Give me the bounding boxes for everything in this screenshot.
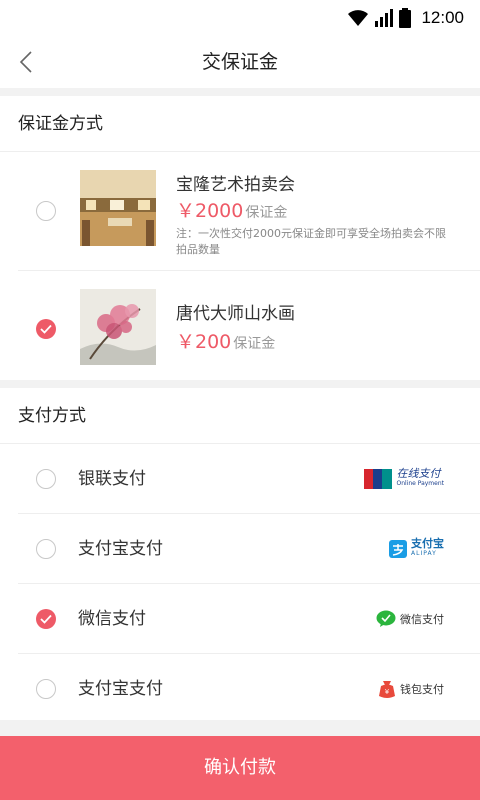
radio-unchecked[interactable] <box>36 679 56 699</box>
nav-bar: 交保证金 <box>0 36 480 88</box>
pay-method-alipay[interactable]: 支付宝支付 支付宝 ALIPAY <box>18 514 480 584</box>
check-icon <box>40 324 52 334</box>
price-unit: 保证金 <box>233 336 276 352</box>
wifi-icon <box>348 10 369 26</box>
pay-method-wallet[interactable]: 支付宝支付 ¥ 钱包支付 <box>18 654 480 724</box>
unionpay-logo: 在线支付 Online Payment <box>364 468 444 490</box>
wechat-pay-logo: 微信支付 <box>376 608 444 630</box>
battery-icon <box>399 8 412 28</box>
deposit-item-name: 宝隆艺术拍卖会 <box>176 175 295 195</box>
price-unit: 保证金 <box>245 205 288 221</box>
unionpay-logo-text: 在线支付 <box>396 467 441 480</box>
confirm-payment-button[interactable]: 确认付款 <box>0 736 480 800</box>
wallet-logo: ¥ 钱包支付 <box>378 678 444 700</box>
signal-icon <box>375 9 394 27</box>
pay-method-wechat[interactable]: 微信支付 微信支付 <box>18 584 480 654</box>
radio-checked[interactable] <box>36 609 56 629</box>
page-title: 交保证金 <box>201 51 278 73</box>
svg-text:¥: ¥ <box>385 688 390 696</box>
deposit-item-painting[interactable]: 唐代大师山水画 ￥200 保证金 <box>18 271 480 390</box>
radio-unchecked[interactable] <box>36 469 56 489</box>
alipay-logo: 支付宝 ALIPAY <box>389 538 444 560</box>
wallet-logo-text: 钱包支付 <box>400 683 444 696</box>
alipay-icon <box>389 540 407 558</box>
deposit-section: 保证金方式 宝隆艺术拍卖会 ￥2000 保证金 注：一次性交付2000元保证金即可… <box>0 96 480 380</box>
status-icons: 12:00 <box>347 7 464 29</box>
pay-method-label: 微信支付 <box>78 609 146 629</box>
deposit-item-note: 注：一次性交付2000元保证金即可享受全场拍卖会不限拍品数量 <box>176 227 446 256</box>
radio-unchecked[interactable] <box>36 201 56 221</box>
status-bar: 12:00 <box>0 0 480 36</box>
wallet-icon: ¥ <box>379 681 395 698</box>
radio-unchecked[interactable] <box>36 539 56 559</box>
back-button[interactable] <box>10 46 42 78</box>
price-value: ￥200 <box>176 331 232 353</box>
deposit-item-name: 唐代大师山水画 <box>176 304 295 324</box>
radio-checked[interactable] <box>36 319 56 339</box>
auction-hall-image <box>80 170 156 246</box>
alipay-logo-text: 支付宝 <box>411 537 444 550</box>
pay-method-unionpay[interactable]: 银联支付 在线支付 Online Payment <box>18 444 480 514</box>
payment-section-title: 支付方式 <box>0 388 480 444</box>
deposit-section-title: 保证金方式 <box>0 96 480 152</box>
pay-method-label: 支付宝支付 <box>78 539 163 559</box>
price-value: ￥2000 <box>176 200 244 222</box>
pay-method-label: 银联支付 <box>78 469 146 489</box>
wechat-icon <box>376 610 396 627</box>
chevron-left-icon <box>19 51 32 73</box>
unionpay-icon <box>364 469 393 489</box>
check-icon <box>40 614 52 624</box>
status-time: 12:00 <box>421 8 464 27</box>
deposit-item-price: ￥200 保证金 <box>176 327 275 354</box>
painting-image <box>80 289 156 365</box>
deposit-item-auction[interactable]: 宝隆艺术拍卖会 ￥2000 保证金 注：一次性交付2000元保证金即可享受全场拍卖… <box>18 152 480 271</box>
deposit-item-price: ￥2000 保证金 <box>176 196 287 223</box>
pay-method-label: 支付宝支付 <box>78 679 163 699</box>
unionpay-logo-sub: Online Payment <box>396 480 444 487</box>
alipay-logo-sub: ALIPAY <box>411 550 437 557</box>
payment-section: 支付方式 银联支付 在线支付 Online Payment 支付宝支付 支付宝 … <box>0 388 480 720</box>
wechat-logo-text: 微信支付 <box>400 613 444 626</box>
